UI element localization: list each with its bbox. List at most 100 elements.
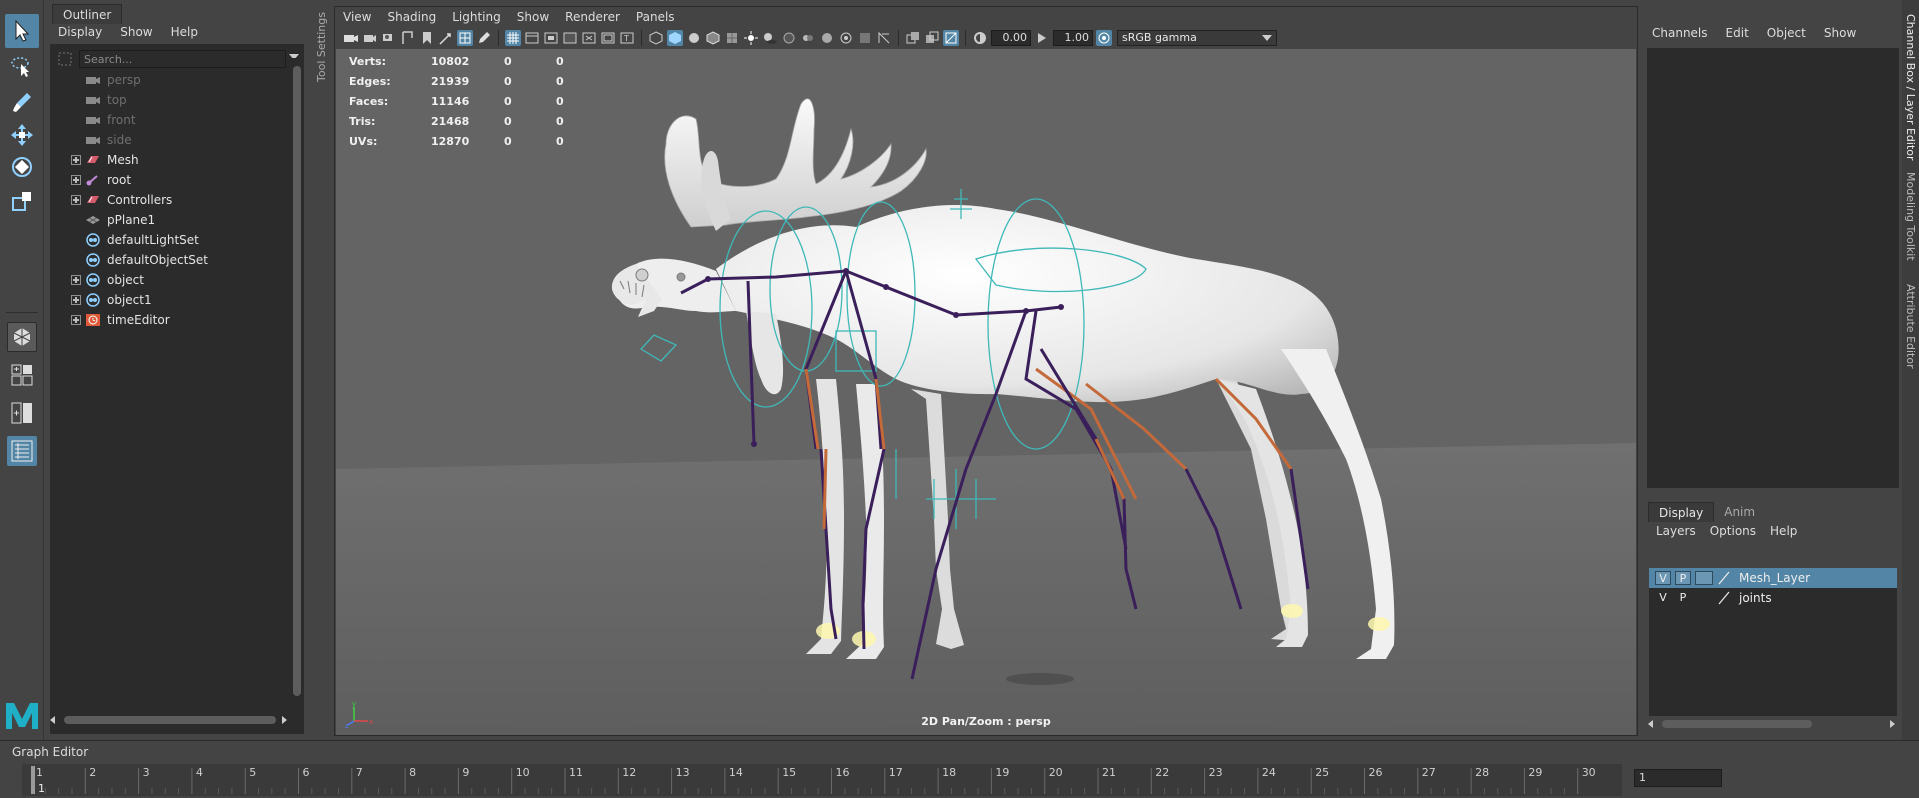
depth-of-field-icon[interactable] <box>838 30 854 46</box>
outliner-persp-layout-button[interactable] <box>7 436 37 466</box>
single-perspective-layout-button[interactable] <box>7 322 37 352</box>
grid-icon[interactable] <box>505 30 521 46</box>
outliner-menu-help[interactable]: Help <box>171 25 198 39</box>
two-d-pan-zoom-icon[interactable] <box>438 30 454 46</box>
viewport-menu-panels[interactable]: Panels <box>636 10 675 24</box>
multisample-aa-icon[interactable] <box>819 30 835 46</box>
outliner-vertical-scrollbar[interactable] <box>292 58 302 718</box>
layer-visibility-toggle[interactable]: V <box>1655 571 1671 585</box>
two-pane-layout-button[interactable] <box>7 398 37 428</box>
paint-select-tool-button[interactable] <box>5 86 39 120</box>
bookmark-icon[interactable] <box>419 30 435 46</box>
ground-plane[interactable] <box>336 443 1636 735</box>
time-slider-track[interactable]: 1 2 3 4 5 6 7 8 9 10 11 12 13 14 15 16 17 18 19 20 21 22 23 24 2… <box>22 764 1622 796</box>
layer-display-type-toggle[interactable] <box>1695 591 1713 605</box>
view-transform-dropdown[interactable]: sRGB gamma <box>1117 30 1277 46</box>
backface-culling-icon[interactable] <box>943 30 959 46</box>
scroll-right-icon[interactable] <box>282 716 288 724</box>
expand-icon[interactable] <box>71 315 81 325</box>
layer-visibility-toggle[interactable]: V <box>1655 591 1671 605</box>
expand-icon[interactable] <box>71 295 81 305</box>
outliner-item-root[interactable]: root <box>50 170 290 190</box>
current-time-marker[interactable] <box>31 766 35 794</box>
lasso-tool-button[interactable] <box>5 50 39 84</box>
viewport-menu-renderer[interactable]: Renderer <box>565 10 620 24</box>
outliner-item-timeeditor[interactable]: timeEditor <box>50 310 290 330</box>
outliner-item-side[interactable]: side <box>50 130 290 150</box>
use-all-lights-icon[interactable] <box>743 30 759 46</box>
viewport-menu-lighting[interactable]: Lighting <box>452 10 501 24</box>
image-plane-icon[interactable] <box>400 30 416 46</box>
film-gate-icon[interactable] <box>524 30 540 46</box>
outliner-item-persp[interactable]: persp <box>50 70 290 90</box>
viewport-menu-view[interactable]: View <box>343 10 371 24</box>
tab-attribute-editor[interactable]: Attribute Editor <box>1904 284 1917 369</box>
outliner-item-object[interactable]: object <box>50 270 290 290</box>
layer-playback-toggle[interactable]: P <box>1675 571 1691 585</box>
xray-active-components-icon[interactable] <box>905 30 921 46</box>
scale-tool-button[interactable] <box>5 184 39 218</box>
outliner-item-pplane1[interactable]: pPlane1 <box>50 210 290 230</box>
channel-box-menu-channels[interactable]: Channels <box>1652 26 1708 40</box>
current-frame-field[interactable]: 1 <box>1634 769 1722 787</box>
gamma-icon[interactable] <box>1034 30 1050 46</box>
field-chart-icon[interactable] <box>581 30 597 46</box>
layer-playback-toggle[interactable]: P <box>1675 591 1691 605</box>
expand-icon[interactable] <box>71 155 81 165</box>
smooth-shade-icon[interactable] <box>667 30 683 46</box>
scrollbar-thumb[interactable] <box>293 66 301 696</box>
channel-box-menu-edit[interactable]: Edit <box>1726 26 1749 40</box>
default-material-icon[interactable] <box>686 30 702 46</box>
tool-settings-label[interactable]: Tool Settings <box>315 12 328 82</box>
scroll-left-icon[interactable] <box>50 716 56 724</box>
expand-icon[interactable] <box>71 195 81 205</box>
tab-modeling-toolkit[interactable]: Modeling Toolkit <box>1904 172 1917 261</box>
textured-icon[interactable] <box>724 30 740 46</box>
channel-box-menu-show[interactable]: Show <box>1824 26 1856 40</box>
exposure-icon[interactable] <box>972 30 988 46</box>
outliner-search-input[interactable] <box>79 50 286 68</box>
color-management-icon[interactable] <box>1096 30 1112 46</box>
outliner-item-top[interactable]: top <box>50 90 290 110</box>
graph-editor-label[interactable]: Graph Editor <box>12 745 88 759</box>
wireframe-icon[interactable] <box>648 30 664 46</box>
motion-blur-icon[interactable] <box>800 30 816 46</box>
layer-menu-help[interactable]: Help <box>1770 524 1797 538</box>
outliner-horizontal-scrollbar[interactable] <box>50 714 288 726</box>
outliner-item-defaultlightset[interactable]: defaultLightSet <box>50 230 290 250</box>
wireframe-on-shaded-icon[interactable] <box>705 30 721 46</box>
pencil-icon[interactable] <box>476 30 492 46</box>
scroll-left-icon[interactable] <box>1648 720 1654 728</box>
select-tool-button[interactable] <box>5 14 39 48</box>
exposure-field[interactable]: 0.00 <box>991 30 1031 46</box>
outliner-menu-display[interactable]: Display <box>58 25 102 39</box>
outliner-item-mesh[interactable]: Mesh <box>50 150 290 170</box>
layer-color-swatch-icon[interactable] <box>1717 571 1731 585</box>
xray-icon[interactable] <box>876 30 892 46</box>
viewport-menu-show[interactable]: Show <box>517 10 549 24</box>
layer-horizontal-scrollbar[interactable] <box>1648 718 1895 730</box>
ambient-occlusion-icon[interactable] <box>781 30 797 46</box>
tool-settings-strip[interactable]: Tool Settings <box>311 0 333 740</box>
outliner-item-front[interactable]: front <box>50 110 290 130</box>
layer-row-mesh_layer[interactable]: V P Mesh_Layer <box>1649 568 1897 588</box>
select-camera-icon[interactable] <box>343 30 359 46</box>
tab-anim[interactable]: Anim <box>1714 502 1765 522</box>
gamma-field[interactable]: 1.00 <box>1053 30 1093 46</box>
isolate-select-icon[interactable] <box>857 30 873 46</box>
outliner-tab[interactable]: Outliner <box>52 4 123 24</box>
grease-pencil-icon[interactable] <box>457 30 473 46</box>
scrollbar-thumb[interactable] <box>1662 720 1812 728</box>
rotate-tool-button[interactable] <box>5 150 39 184</box>
expand-icon[interactable] <box>71 175 81 185</box>
shadows-icon[interactable] <box>762 30 778 46</box>
move-tool-button[interactable] <box>5 118 39 152</box>
layer-menu-options[interactable]: Options <box>1710 524 1756 538</box>
tab-channel-box-layer-editor[interactable]: Channel Box / Layer Editor <box>1904 14 1917 161</box>
safe-title-icon[interactable]: T <box>619 30 635 46</box>
layer-menu-layers[interactable]: Layers <box>1656 524 1696 538</box>
outliner-menu-show[interactable]: Show <box>120 25 152 39</box>
3d-viewport[interactable]: Verts: 10802 0 0 Edges: 21939 0 0 Faces: 11146 0 0 T… <box>336 49 1636 735</box>
channel-box-menu-object[interactable]: Object <box>1767 26 1806 40</box>
tab-display[interactable]: Display <box>1648 502 1715 522</box>
